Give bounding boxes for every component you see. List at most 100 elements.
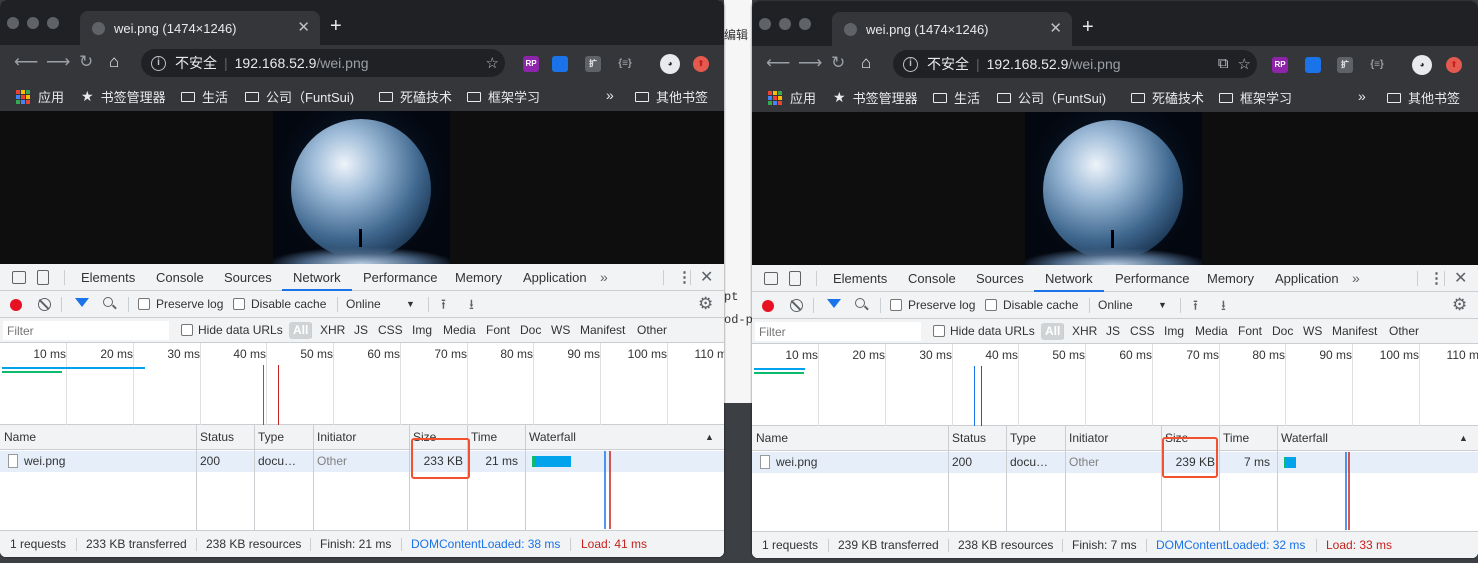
devtools-tab-elements[interactable]: Elements — [822, 265, 898, 292]
filter-type-css[interactable]: CSS — [378, 318, 403, 343]
star-icon[interactable]: ☆ — [1238, 55, 1251, 73]
hide-data-urls-checkbox[interactable] — [933, 325, 945, 337]
gear-icon[interactable]: ⚙ — [1452, 292, 1467, 318]
filter-type-all[interactable]: All — [1041, 323, 1065, 340]
back-arrow-icon[interactable]: ⟵ — [14, 53, 38, 71]
filter-type-doc[interactable]: Doc — [1272, 319, 1293, 344]
request-name[interactable]: wei.png — [776, 452, 817, 473]
sort-ascending-icon[interactable]: ▲ — [705, 425, 714, 450]
bookmark-item[interactable]: ★ 书签管理器 — [833, 88, 918, 107]
forward-arrow-icon[interactable]: ⟶ — [46, 53, 70, 71]
filter-type-ws[interactable]: WS — [1303, 319, 1322, 344]
devtools-tab-performance[interactable]: Performance — [352, 264, 448, 291]
filter-input[interactable] — [3, 321, 169, 340]
column-header-time[interactable]: Time — [467, 425, 497, 450]
browser-tab[interactable]: wei.png (1474×1246) ✕ — [832, 12, 1072, 46]
disable-cache-checkbox[interactable] — [233, 298, 245, 310]
download-icon[interactable]: ⭳ — [1221, 292, 1226, 318]
filter-type-media[interactable]: Media — [443, 318, 476, 343]
bookmark-item[interactable]: 生活 — [181, 87, 228, 106]
back-arrow-icon[interactable]: ⟵ — [766, 54, 790, 72]
upload-icon[interactable]: ⭱ — [441, 291, 446, 317]
reload-icon[interactable]: ↻ — [831, 54, 845, 72]
extension-icon[interactable]: 扩 — [585, 56, 601, 72]
inspect-element-icon[interactable] — [764, 272, 778, 285]
filter-type-manifest[interactable]: Manifest — [1332, 319, 1377, 344]
filter-type-xhr[interactable]: XHR — [320, 318, 345, 343]
filter-type-js[interactable]: JS — [354, 318, 368, 343]
clear-icon[interactable] — [790, 299, 803, 312]
column-header-status[interactable]: Status — [196, 425, 234, 450]
devtools-tab-elements[interactable]: Elements — [70, 264, 146, 291]
zoom-window-button[interactable] — [799, 18, 811, 30]
zoom-window-button[interactable] — [47, 17, 59, 29]
filter-type-css[interactable]: CSS — [1130, 319, 1155, 344]
devtools-tab-network[interactable]: Network — [282, 264, 352, 291]
bookmarks-overflow-button[interactable]: » — [1358, 88, 1366, 104]
column-header-time[interactable]: Time — [1219, 426, 1249, 451]
devtools-tab-memory[interactable]: Memory — [444, 264, 513, 291]
preserve-log-checkbox[interactable] — [138, 298, 150, 310]
close-icon[interactable]: ✕ — [700, 264, 713, 291]
column-header-type[interactable]: Type — [254, 425, 284, 450]
bookmark-item[interactable]: ★ 书签管理器 — [81, 87, 166, 106]
bookmark-item[interactable]: 死磕技术 — [379, 87, 452, 106]
column-header-status[interactable]: Status — [948, 426, 986, 451]
close-icon[interactable]: ✕ — [1049, 21, 1062, 36]
chevron-down-icon[interactable]: ▼ — [1158, 292, 1167, 319]
extension-icon[interactable]: ◕ — [660, 54, 680, 74]
devtools-tab-console[interactable]: Console — [145, 264, 215, 291]
other-bookmarks[interactable]: 其他书签 — [635, 87, 708, 106]
search-icon[interactable] — [855, 298, 865, 308]
filter-type-img[interactable]: Img — [1164, 319, 1184, 344]
browser-tab[interactable]: wei.png (1474×1246) ✕ — [80, 11, 320, 45]
filter-type-doc[interactable]: Doc — [520, 318, 541, 343]
bookmark-item[interactable]: 死磕技术 — [1131, 88, 1204, 107]
filter-type-all[interactable]: All — [289, 322, 313, 339]
table-row[interactable]: wei.png 200 docu… Other 233 KB 21 ms — [0, 451, 724, 472]
gear-icon[interactable]: ⚙ — [698, 291, 713, 317]
more-tabs-button[interactable]: » — [1352, 265, 1360, 292]
new-tab-button[interactable]: + — [1082, 17, 1094, 37]
device-toolbar-icon[interactable] — [37, 270, 49, 285]
preserve-log-checkbox[interactable] — [890, 299, 902, 311]
filter-type-other[interactable]: Other — [637, 318, 667, 343]
filter-type-manifest[interactable]: Manifest — [580, 318, 625, 343]
filter-type-font[interactable]: Font — [486, 318, 510, 343]
device-toolbar-icon[interactable] — [789, 271, 801, 286]
translate-icon[interactable]: ⧉ — [1218, 55, 1229, 73]
bookmark-item[interactable]: 应用 — [768, 88, 816, 107]
extension-icon[interactable]: RP — [523, 56, 539, 72]
home-icon[interactable]: ⌂ — [861, 54, 871, 72]
extension-icon[interactable]: ⇊ — [1305, 57, 1321, 73]
record-icon[interactable] — [10, 299, 22, 311]
extension-icon[interactable]: {≡} — [1369, 57, 1385, 73]
devtools-tab-application[interactable]: Application — [512, 264, 598, 291]
filter-type-img[interactable]: Img — [412, 318, 432, 343]
devtools-tab-network[interactable]: Network — [1034, 265, 1104, 292]
filter-type-media[interactable]: Media — [1195, 319, 1228, 344]
minimize-window-button[interactable] — [779, 18, 791, 30]
devtools-tab-console[interactable]: Console — [897, 265, 967, 292]
bookmark-item[interactable]: 公司（FuntSui) — [997, 88, 1106, 107]
star-icon[interactable]: ☆ — [486, 54, 499, 72]
home-icon[interactable]: ⌂ — [109, 53, 119, 71]
table-row[interactable]: wei.png 200 docu… Other 239 KB 7 ms — [752, 452, 1478, 473]
bookmarks-overflow-button[interactable]: » — [606, 87, 614, 103]
devtools-tab-memory[interactable]: Memory — [1196, 265, 1265, 292]
column-header-waterfall[interactable]: Waterfall — [525, 425, 576, 450]
disable-cache-checkbox[interactable] — [985, 299, 997, 311]
filter-type-ws[interactable]: WS — [551, 318, 570, 343]
request-name[interactable]: wei.png — [24, 451, 65, 472]
column-header-initiator[interactable]: Initiator — [313, 425, 356, 450]
clear-icon[interactable] — [38, 298, 51, 311]
column-header-waterfall[interactable]: Waterfall — [1277, 426, 1328, 451]
extension-icon[interactable]: ⇊ — [552, 56, 568, 72]
chevron-down-icon[interactable]: ▼ — [406, 291, 415, 318]
column-header-type[interactable]: Type — [1006, 426, 1036, 451]
hide-data-urls-checkbox[interactable] — [181, 324, 193, 336]
upload-icon[interactable]: ⭱ — [1193, 292, 1198, 318]
extension-icon[interactable]: 扩 — [1337, 57, 1353, 73]
devtools-tab-sources[interactable]: Sources — [965, 265, 1035, 292]
bookmark-item[interactable]: 公司（FuntSui) — [245, 87, 354, 106]
